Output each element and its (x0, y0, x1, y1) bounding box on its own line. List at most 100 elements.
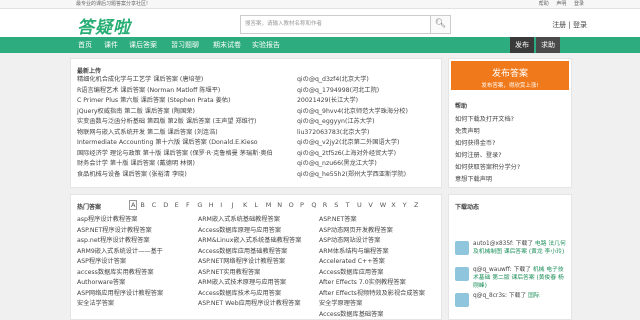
upload-item-title[interactable]: 国际经济学 理论与政策 第十版 课后答案 (保罗·R·克鲁格曼 茅瑞斯·奥伯 (77, 150, 273, 158)
upload-item-title[interactable]: 精细化机合成化学与工艺学 课后答案 (唐培堃) (77, 76, 203, 84)
hot-answer-link[interactable]: Access数据库基础答案 (319, 309, 384, 318)
upload-item-title[interactable]: jQuery权威指南 第二版 课后答案 (陶国荣) (77, 108, 195, 116)
hot-answer-link[interactable]: ASP.NET Web应用程序设计教程答案 (198, 298, 301, 307)
site-logo[interactable]: 答疑啦 (77, 13, 131, 38)
hot-answer-link[interactable]: ASP.NET网络程序设计教程答案 (198, 256, 285, 265)
hot-answer-link[interactable]: asp程序设计教程答案 (77, 214, 137, 223)
hot-answer-link[interactable]: ASP动态网页开发教程答案 (319, 225, 393, 234)
upload-item-title[interactable]: Intermediate Accounting 第十六版 课后答案 (Donal… (77, 139, 258, 147)
hot-answer-link[interactable]: 安全学原理答案 (319, 298, 362, 307)
upload-item-title[interactable]: C Primer Plus 第六版 课后答案 (Stephen Prata 姜佑… (77, 97, 230, 105)
hot-answer-link[interactable]: After Effects视频特效及影视合成答案 (319, 288, 425, 297)
upload-item-user[interactable]: qiの@q_d3zf4(北京大学) (297, 76, 369, 84)
hot-answer-link[interactable]: After Effects 7.0实例教程答案 (319, 277, 406, 286)
upload-item-user[interactable]: qiの@q_1794998(河北工院) (297, 87, 379, 95)
hot-answer-link[interactable]: Accelerated C++答案 (319, 256, 385, 265)
nav-publish[interactable]: 发布 (510, 37, 534, 53)
hot-answer-link[interactable]: ARM&Linux嵌入式系统基础教程答案 (198, 235, 301, 244)
letter-filter-q[interactable]: Q (311, 201, 316, 209)
nav-courseware[interactable]: 课件 (104, 37, 118, 53)
letter-filter-m[interactable]: M (266, 201, 272, 209)
help-link[interactable]: 如何获得金币? (455, 138, 495, 147)
hot-answer-link[interactable]: ASP.NET答案 (319, 214, 357, 223)
hot-answer-link[interactable]: Access数据库应用答案 (319, 267, 384, 276)
hot-answer-link[interactable]: Access数据库技术与应用答案 (198, 288, 281, 297)
hot-answer-link[interactable]: ARM9嵌入式系统设计——基于 (77, 246, 163, 255)
letter-filter-p[interactable]: P (300, 201, 304, 209)
hot-answer-link[interactable]: access数据库实用教程答案 (77, 267, 154, 276)
letter-filter-v[interactable]: V (368, 201, 372, 209)
activity-user[interactable]: auto1@x835f: (473, 241, 514, 247)
nav-exams[interactable]: 期末试卷 (213, 37, 241, 53)
nav-answers[interactable]: 课后答案 (129, 37, 157, 53)
upload-item-title[interactable]: R语言编程艺术 课后答案 (Norman Matloff 陈堰平) (77, 87, 220, 95)
hot-answer-link[interactable]: 安全法学答案 (77, 298, 114, 307)
user-avatar[interactable] (455, 267, 469, 281)
letter-filter-n[interactable]: N (277, 201, 282, 209)
letter-filter-r[interactable]: R (323, 201, 328, 209)
activity-link[interactable]: 国际 (528, 293, 540, 299)
nav-home[interactable]: 首页 (78, 37, 92, 53)
letter-filter-u[interactable]: U (357, 201, 362, 209)
hot-answer-link[interactable]: ARM嵌入式系统基础教程答案 (198, 214, 280, 223)
letter-filter-z[interactable]: Z (414, 201, 418, 209)
upload-item-title[interactable]: 财务会计学 第十版 课后答案 (戴德明 林钢) (77, 160, 195, 168)
letter-filter-j[interactable]: J (232, 201, 234, 209)
top-link-notice[interactable]: 声明 (556, 1, 566, 7)
letter-filter-y[interactable]: Y (403, 201, 407, 209)
activity-user[interactable]: q@q_8cr3s: (473, 293, 507, 299)
letter-filter-x[interactable]: X (391, 201, 395, 209)
register-login-links[interactable]: 注册 | 登录 (552, 20, 587, 30)
letter-filter-o[interactable]: O (289, 201, 294, 209)
hot-answer-link[interactable]: ASP.NET程序设计教程答案 (77, 225, 152, 234)
upload-item-title[interactable]: 食品机械与设备 课后答案 (张裕清 李晓) (77, 171, 187, 179)
hot-answer-link[interactable]: ASP网络应用程序设计教程答案 (77, 288, 163, 297)
upload-item-title[interactable]: 实变函数与泛函分析基础 第四版 第2版 课后答案 (王声望 郑维行) (77, 118, 256, 126)
letter-filter-l[interactable]: L (254, 201, 258, 209)
upload-item-user[interactable]: qiの@q_2tf5z6(上海对外经贸大学) (297, 150, 396, 158)
user-avatar[interactable] (455, 241, 469, 255)
top-link-help[interactable]: 帮助 (539, 1, 549, 7)
help-link[interactable]: 如何获取答案积分学分? (455, 162, 520, 171)
upload-item-user[interactable]: 20021429(长江大学) (297, 97, 358, 105)
letter-filter-b[interactable]: B (140, 201, 144, 209)
letter-filter-e[interactable]: E (175, 201, 179, 209)
letter-filter-g[interactable]: G (197, 201, 202, 209)
letter-filter-c[interactable]: C (152, 201, 157, 209)
letter-filter-s[interactable]: S (334, 201, 338, 209)
hot-answer-link[interactable]: asp.net程序设计教程答案 (77, 235, 150, 244)
search-button[interactable]: 🔍︎ (430, 15, 451, 34)
hot-answer-link[interactable]: Authorware答案 (77, 277, 125, 286)
upload-item-user[interactable]: qiの@q_nzu66(黑龙江大学) (297, 160, 377, 168)
upload-item-user[interactable]: liu372063783(北京大学) (297, 129, 369, 137)
hot-answer-link[interactable]: ASP动态网站设计答案 (319, 235, 380, 244)
upload-item-user[interactable]: qiの@q_eggyyn(江苏大学) (297, 118, 375, 126)
top-link-login[interactable]: 登录 (574, 1, 584, 7)
help-link[interactable]: 意想下载声明 (455, 174, 492, 183)
upload-item-user[interactable]: qiの@q_v2jy2(北京第二外国语大学) (297, 139, 399, 147)
upload-item-user[interactable]: qiの@q_9hvv4(北京师范大学珠海分校) (297, 108, 408, 116)
help-link[interactable]: 免责声明 (455, 126, 480, 135)
activity-user[interactable]: q@q_wauwff: (473, 267, 512, 273)
upload-item-user[interactable]: qiの@q_he55h2(郑州大学西亚斯学院) (297, 171, 406, 179)
post-answer-button[interactable]: 发布答案 发布答案，得欣赏上涨! (451, 61, 569, 90)
upload-item-title[interactable]: 物联网与嵌入式系统开发 第二版 课后答案 (刘连浩) (77, 129, 218, 137)
hot-answer-link[interactable]: ASP程序设计答案 (77, 256, 126, 265)
hot-answer-link[interactable]: ASP.NET实用教程答案 (198, 267, 260, 276)
letter-filter-i[interactable]: I (220, 201, 222, 209)
letter-filter-a[interactable]: A (129, 200, 138, 210)
nav-help[interactable]: 求助 (536, 37, 560, 53)
hot-answer-link[interactable]: Access数据库应用基础教程答案 (198, 246, 287, 255)
letter-filter-w[interactable]: W (380, 201, 386, 209)
search-input[interactable]: 搜答案，请输入教材名称和作者 (240, 15, 430, 34)
user-avatar[interactable] (455, 293, 469, 307)
nav-lab-reports[interactable]: 实验报告 (252, 37, 280, 53)
hot-answer-link[interactable]: ARM体系结构与编程答案 (319, 246, 389, 255)
help-link[interactable]: 如何注册、登录? (455, 150, 502, 159)
hot-answer-link[interactable]: ARM嵌入式技术原理与应用答案 (198, 277, 286, 286)
nav-exercises[interactable]: 習习题聊 (171, 37, 199, 53)
letter-filter-f[interactable]: F (186, 201, 190, 209)
letter-filter-h[interactable]: H (209, 201, 214, 209)
letter-filter-t[interactable]: T (346, 201, 350, 209)
letter-filter-d[interactable]: D (163, 201, 168, 209)
